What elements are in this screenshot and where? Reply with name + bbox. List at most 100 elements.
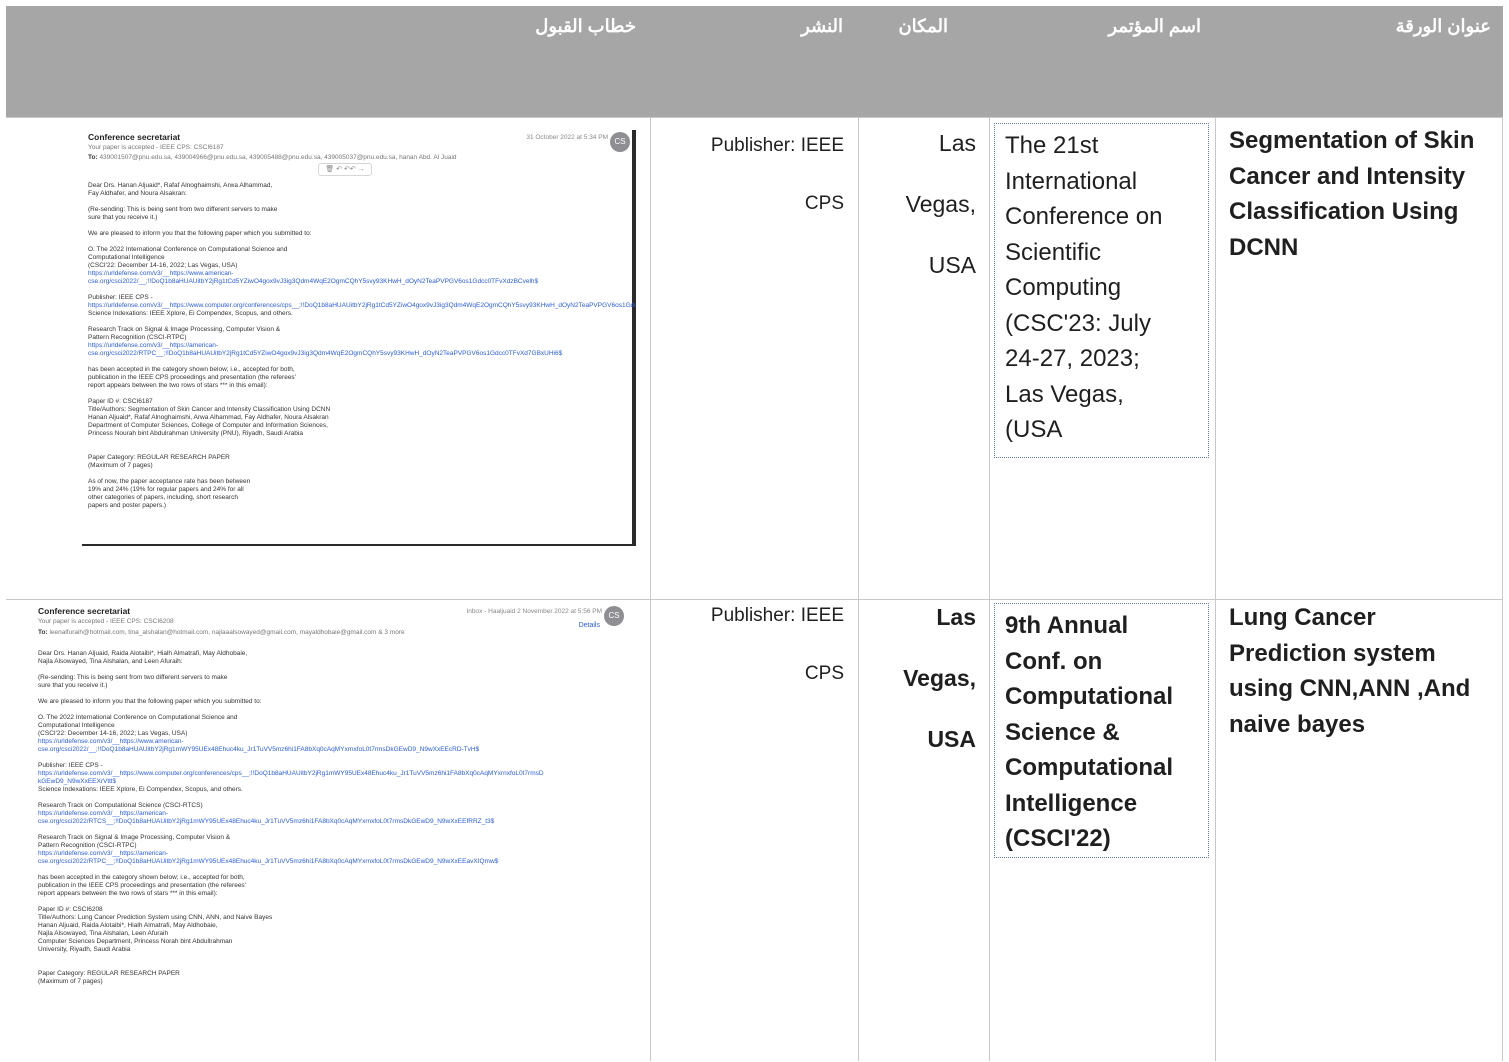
email-body-line: Research Track on Computational Science … bbox=[38, 802, 203, 809]
email-body-line: O. The 2022 International Conference on … bbox=[88, 246, 288, 253]
place-line: USA bbox=[928, 252, 976, 278]
email-body-line: Title/Authors: Segmentation of Skin Canc… bbox=[88, 406, 331, 413]
to-label: To: bbox=[88, 154, 98, 161]
email-body-line: sure that you receive it.) bbox=[38, 682, 108, 689]
email-body-line: Hanan Aljuaid, Raida Alotaibi*, Hialh Al… bbox=[38, 922, 218, 929]
avatar: CS bbox=[604, 606, 624, 626]
email-body-line: O. The 2022 International Conference on … bbox=[38, 714, 238, 721]
email-body-line[interactable]: https://urldefense.com/v3/__https://www.… bbox=[88, 302, 636, 310]
email-body-line: Paper Category: REGULAR RESEARCH PAPER bbox=[88, 454, 230, 461]
email-body-line: Title/Authors: Lung Cancer Prediction Sy… bbox=[38, 914, 273, 921]
email-body-line: Department of Computer Sciences, College… bbox=[88, 422, 328, 429]
email-recipients: To: leenalfuraih@hotmail.com, tina_alsha… bbox=[38, 629, 405, 637]
email-body-line bbox=[88, 318, 628, 326]
email-body-line bbox=[88, 198, 628, 206]
email-body-line bbox=[38, 690, 624, 698]
email-body-line: University, Riyadh, Saudi Arabia bbox=[38, 946, 131, 953]
email-body-line bbox=[88, 222, 628, 230]
details-link[interactable]: Details bbox=[579, 622, 600, 629]
email-body-line: Paper ID #: CSCI6208 bbox=[38, 906, 103, 913]
email-body-line: Pattern Recognition (CSCI-RTPC) bbox=[38, 842, 137, 849]
conference-cell: The 21st International Conference on Sci… bbox=[994, 123, 1209, 458]
acceptance-letter-image: Conference secretariat Inbox - Haaljuaid… bbox=[32, 604, 630, 1036]
email-body: Dear Drs. Hanan Aljuaid*, Rafaf Alnoghai… bbox=[88, 182, 636, 510]
conference-line: Conference on bbox=[1005, 203, 1163, 230]
email-body-line bbox=[38, 754, 624, 762]
email-sender: Conference secretariat bbox=[38, 606, 131, 616]
conference-line: 9th Annual bbox=[1005, 612, 1129, 639]
email-body-line: Science Indexations: IEEE Xplore, Ei Com… bbox=[88, 310, 293, 317]
email-body-line: As of now, the paper acceptance rate has… bbox=[88, 478, 251, 485]
publisher-line: Publisher: IEEE bbox=[710, 605, 844, 626]
place-line: Las bbox=[936, 604, 976, 630]
email-body-line[interactable]: cse.org/csci2022/RTCS__;!!DoQ1b8aHUAUitb… bbox=[38, 818, 624, 826]
email-body-line bbox=[88, 238, 628, 246]
email-body-line bbox=[88, 446, 628, 454]
email-body-line[interactable]: cse.org/csci2022/RTPC__;!!DoQ1b8aHUAUitb… bbox=[38, 858, 624, 866]
conference-line: Scientific bbox=[1005, 238, 1102, 266]
email-body-line bbox=[88, 390, 628, 398]
email-body-line: Paper Category: REGULAR RESEARCH PAPER bbox=[38, 970, 180, 977]
conference-cell: 9th Annual Conf. on Computational Scienc… bbox=[994, 603, 1209, 858]
email-body-line: (Maximum of 7 pages) bbox=[38, 978, 103, 985]
email-body-line: Dear Drs. Hanan Aljuaid, Raida Alotaibi*… bbox=[38, 650, 248, 657]
publisher-line: CPS bbox=[804, 193, 844, 214]
email-body-line bbox=[38, 826, 624, 834]
email-body-line[interactable]: https://urldefense.com/v3/__https://www.… bbox=[88, 270, 628, 278]
email-body-line bbox=[38, 666, 624, 674]
header-publisher: النشر bbox=[801, 16, 843, 36]
email-body-line bbox=[38, 954, 624, 962]
email-body-line: has been accepted in the category shown … bbox=[88, 366, 295, 373]
email-body-line: publication in the IEEE CPS proceedings … bbox=[88, 374, 296, 381]
email-body-line[interactable]: cse.org/csci2022/__;!!DoQ1b8aHUAUitbY2jR… bbox=[88, 278, 628, 286]
conference-line: Intelligence bbox=[1005, 789, 1138, 817]
email-body: Dear Drs. Hanan Aljuaid, Raida Alotaibi*… bbox=[38, 642, 624, 986]
email-body-line[interactable]: https://urldefense.com/v3/__https://amer… bbox=[38, 850, 624, 858]
place-line: Vegas, bbox=[903, 665, 976, 691]
email-date: 31 October 2022 at 5:34 PM bbox=[526, 134, 608, 141]
place-line: USA bbox=[927, 726, 976, 752]
email-body-line[interactable]: https://urldefense.com/v3/__https://www.… bbox=[38, 770, 624, 778]
conference-line: Science & bbox=[1005, 718, 1120, 746]
email-body-line: Princess Nourah bint Abdulrahman Univers… bbox=[88, 430, 303, 437]
email-body-line[interactable]: https://urldefense.com/v3/__https://amer… bbox=[88, 342, 628, 350]
email-body-line: Science Indexations: IEEE Xplore, Ei Com… bbox=[38, 786, 243, 793]
email-body-line: Paper ID #: CSCI6187 bbox=[88, 398, 153, 405]
email-body-line bbox=[38, 866, 624, 874]
conference-line: (CSCI'22) bbox=[1005, 825, 1111, 852]
place-cell: Las Vegas, USA bbox=[864, 113, 976, 296]
email-subject: Your paper is accepted - IEEE CPS: CSCI6… bbox=[38, 618, 174, 625]
publisher-line: CPS bbox=[804, 663, 844, 684]
conference-line: Computational bbox=[1005, 683, 1173, 710]
publisher-cell: Publisher: IEEE CPS bbox=[656, 587, 844, 703]
email-body-line[interactable]: https://urldefense.com/v3/__https://www.… bbox=[38, 738, 624, 746]
email-body-line[interactable]: cse.org/csci2022/RTPC__;!!DoQ1b8aHUAUitb… bbox=[88, 350, 628, 358]
email-date: Inbox - Haaljuaid 2 November 2022 at 5:5… bbox=[466, 608, 603, 615]
email-body-line: We are pleased to inform you that the fo… bbox=[88, 230, 312, 237]
to-label: To: bbox=[38, 629, 48, 636]
email-body-line[interactable]: https://urldefense.com/v3/__https://amer… bbox=[38, 810, 624, 818]
email-body-line bbox=[38, 794, 624, 802]
email-body-line[interactable]: kGEwD9_N9wXxEEXrVttl$ bbox=[38, 778, 624, 786]
header-acceptance-letter: خطاب القبول bbox=[535, 16, 636, 36]
email-body-line bbox=[88, 358, 628, 366]
email-body-line: has been accepted in the category shown … bbox=[38, 874, 245, 881]
conference-line: International bbox=[1005, 167, 1138, 195]
to-list: 439001507@pnu.edu.sa, 439004966@pnu.edu.… bbox=[99, 154, 457, 161]
email-body-line: Najla Alsowayed, Tina Alshalan, and Leen… bbox=[38, 658, 183, 665]
email-body-line: 19% and 24% (19% for regular papers and … bbox=[88, 486, 244, 493]
email-body-line: report appears between the two rows of s… bbox=[88, 382, 268, 389]
conference-line: Computational bbox=[1005, 754, 1173, 781]
email-body-line: (CSCI'22: December 14-16, 2022; Las Vega… bbox=[38, 730, 188, 737]
email-body-line: We are pleased to inform you that the fo… bbox=[38, 698, 262, 705]
email-body-line bbox=[88, 438, 628, 446]
email-body-line: (Re-sending: This is being sent from two… bbox=[38, 674, 228, 681]
papers-table: عنوان الورقة اسم المؤتمر المكان النشر خط… bbox=[6, 6, 1503, 1061]
email-body-line: (Re-sending: This is being sent from two… bbox=[88, 206, 278, 213]
email-body-line[interactable]: cse.org/csci2022/__;!!DoQ1b8aHUAUitbY2jR… bbox=[38, 746, 624, 754]
conference-line: 24-27, 2023; bbox=[1005, 345, 1140, 372]
email-body-line bbox=[38, 962, 624, 970]
acceptance-letter-image: Conference secretariat 31 October 2022 a… bbox=[82, 130, 636, 546]
conference-line: Las Vegas, bbox=[1005, 380, 1124, 408]
email-recipients: To: 439001507@pnu.edu.sa, 439004966@pnu.… bbox=[88, 154, 457, 162]
